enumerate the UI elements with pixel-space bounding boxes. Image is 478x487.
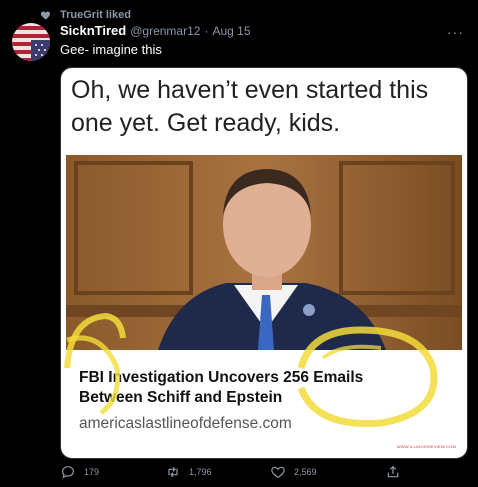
retweet-count: 1,796 <box>189 467 212 477</box>
heart-icon <box>40 11 51 20</box>
retweet-icon <box>168 466 178 478</box>
social-context-label: TrueGrit liked <box>60 9 131 21</box>
display-name[interactable]: SicknTired <box>60 23 126 38</box>
tweet-actions: 179 1,796 2,569 <box>60 462 460 482</box>
news-caption-line1: FBI Investigation Uncovers 256 Emails <box>79 369 364 386</box>
watermark: WWW.ILLINOISREVIEW.COM <box>396 444 456 449</box>
handle[interactable]: @grenmar12 <box>130 24 200 38</box>
avatar[interactable] <box>12 23 50 61</box>
meme-headline: Oh, we haven’t even started this one yet… <box>71 74 457 140</box>
news-caption-line2: Between Schiff and Epstein <box>79 389 283 406</box>
news-photo <box>66 155 462 350</box>
more-options-button[interactable]: ··· <box>447 24 464 40</box>
share-icon <box>387 465 399 478</box>
social-context[interactable]: TrueGrit liked <box>40 7 131 23</box>
like-count: 2,569 <box>294 467 317 477</box>
news-source-url: americaslastlineofdefense.com <box>79 415 292 432</box>
news-caption-box: FBI Investigation Uncovers 256 Emails Be… <box>66 350 462 456</box>
timestamp[interactable]: Aug 15 <box>212 24 250 38</box>
like-button[interactable]: 2,569 <box>270 464 317 480</box>
us-flag-avatar-image <box>12 23 50 61</box>
news-caption: FBI Investigation Uncovers 256 Emails Be… <box>79 368 379 408</box>
tweet-media-image[interactable]: Oh, we haven’t even started this one yet… <box>60 67 468 459</box>
share-button[interactable] <box>385 464 401 480</box>
meme-headline-line2: one yet. Get ready, kids. <box>71 109 341 137</box>
tweet-text: Gee- imagine this <box>60 42 162 57</box>
tweet-header: SicknTired @grenmar12 · Aug 15 <box>60 23 251 41</box>
reply-icon <box>62 466 74 479</box>
separator: · <box>204 24 209 38</box>
reply-button[interactable]: 179 <box>60 464 99 480</box>
meme-headline-line1: Oh, we haven’t even started this <box>71 76 429 104</box>
heart-icon <box>271 466 285 479</box>
reply-count: 179 <box>84 467 100 477</box>
tweet[interactable]: TrueGrit liked SicknTired @grenmar12 · A… <box>0 0 478 487</box>
retweet-button[interactable]: 1,796 <box>165 464 212 480</box>
